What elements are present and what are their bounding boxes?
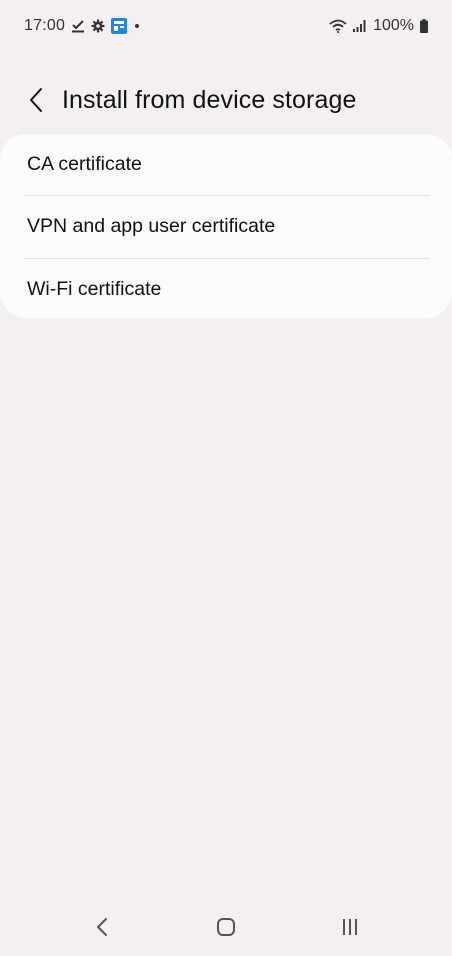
home-icon <box>216 917 236 937</box>
list-item-label: Wi-Fi certificate <box>27 277 162 300</box>
battery-icon <box>420 19 428 33</box>
list-item-wifi-certificate[interactable]: Wi-Fi certificate <box>0 259 452 318</box>
list-item-vpn-app-user-certificate[interactable]: VPN and app user certificate <box>0 196 452 257</box>
back-button[interactable] <box>12 76 60 124</box>
list-item-ca-certificate[interactable]: CA certificate <box>0 134 452 195</box>
settings-gear-icon <box>91 19 105 33</box>
nav-back-button[interactable] <box>72 903 132 951</box>
certificate-list: CA certificate VPN and app user certific… <box>0 134 452 318</box>
screen: 17:00 100% Install from device storage C… <box>0 0 452 956</box>
wifi-icon <box>329 19 347 33</box>
nav-home-button[interactable] <box>196 903 256 951</box>
chevron-left-icon <box>28 87 44 113</box>
nav-recents-button[interactable] <box>320 903 380 951</box>
battery-percent: 100% <box>373 17 414 34</box>
navigation-bar <box>0 898 452 956</box>
status-left: 17:00 <box>24 17 140 35</box>
app-notification-icon <box>111 18 128 34</box>
back-icon <box>96 917 108 937</box>
signal-icon <box>353 20 367 32</box>
list-item-label: CA certificate <box>27 153 142 176</box>
download-done-icon <box>71 19 85 33</box>
list-item-label: VPN and app user certificate <box>27 215 276 238</box>
recents-icon <box>341 918 359 936</box>
dot-icon <box>135 24 140 28</box>
page-title: Install from device storage <box>62 85 357 114</box>
status-time: 17:00 <box>24 17 66 34</box>
app-header: Install from device storage <box>0 74 452 126</box>
status-right: 100% <box>329 17 428 35</box>
status-bar: 17:00 100% <box>0 0 452 52</box>
